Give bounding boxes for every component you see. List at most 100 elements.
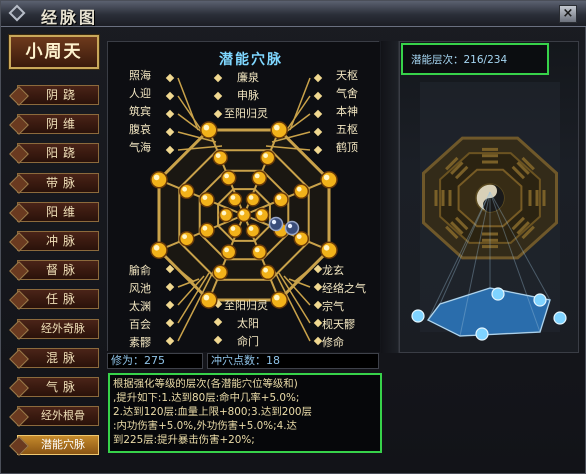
acupoint-node-locked xyxy=(268,216,284,232)
acupoint-highlight xyxy=(254,247,260,253)
acupoint-highlight xyxy=(202,195,208,201)
acupoint-highlight xyxy=(254,173,260,179)
acupoint-node xyxy=(320,241,338,259)
acupoint-label[interactable]: 素髎 xyxy=(129,334,151,350)
acupoint-highlight xyxy=(230,195,236,200)
acupoint-highlight xyxy=(274,294,280,301)
acupoint-node xyxy=(199,222,215,239)
acupoint-node xyxy=(293,230,310,247)
acupoint-node xyxy=(270,291,288,309)
acupoint-label[interactable]: 五枢 xyxy=(336,121,358,137)
acupoint-label[interactable]: 天枢 xyxy=(336,67,358,83)
description-line: 到225层:提升暴击伤害+20%; xyxy=(113,434,255,446)
acupoint-label[interactable]: 鹤顶 xyxy=(336,139,358,155)
trigram-bar xyxy=(482,154,498,158)
nav-header-xiaozhoutian[interactable]: 小周天 xyxy=(8,34,100,70)
acupoint-node xyxy=(212,264,229,281)
platform-orb-icon xyxy=(491,287,505,301)
acupoint-label[interactable]: 修命 xyxy=(322,334,344,350)
trigram-bar xyxy=(448,190,452,206)
potential-level-label: 潜能层次：216/234 xyxy=(411,54,508,66)
acupoint-highlight xyxy=(323,245,330,251)
nav-item-12[interactable]: 潜能穴脉 xyxy=(17,435,99,455)
acupoint-label[interactable]: 太渊 xyxy=(129,298,151,314)
acupoint-label[interactable]: 气海 xyxy=(129,139,151,155)
bagua-preview xyxy=(411,82,567,341)
trigram-bar xyxy=(482,160,498,164)
acupoint-node xyxy=(212,149,229,166)
nav-item-11[interactable]: 经外根骨 xyxy=(17,406,99,426)
acupoint-highlight xyxy=(248,226,254,231)
nav-item-6[interactable]: 督脉 xyxy=(17,260,99,280)
nav-item-3[interactable]: 带脉 xyxy=(17,173,99,193)
acupoint-highlight xyxy=(287,223,293,229)
acupoint-label[interactable]: 腧俞 xyxy=(129,262,151,278)
acupoint-label[interactable]: 至阳归灵 xyxy=(224,105,268,121)
acupoint-label[interactable]: 命门 xyxy=(237,333,259,349)
close-button[interactable]: × xyxy=(559,5,577,23)
bagua-preview-panel xyxy=(399,41,579,353)
nav-item-0[interactable]: 阴跷 xyxy=(17,85,99,105)
acupoint-node xyxy=(254,207,270,223)
acupoint-label[interactable]: 申脉 xyxy=(237,87,259,103)
trigram-bar xyxy=(434,190,438,206)
acupoint-label[interactable]: 气舍 xyxy=(336,85,358,101)
description-line: :内功伤害+5.0%,外功伤害+5.0%;4.达 xyxy=(113,420,297,432)
acupoint-highlight xyxy=(203,294,210,301)
acupoint-node xyxy=(218,207,234,223)
acupoint-label[interactable]: 腹哀 xyxy=(129,121,151,137)
acupoint-label[interactable]: 枧天髎 xyxy=(322,316,355,332)
acupoint-node xyxy=(270,121,288,139)
description-line: 2.达到120层:血量上限+800;3.达到200层 xyxy=(113,406,312,418)
acupoint-label[interactable]: 宗气 xyxy=(322,298,344,314)
acupoint-label[interactable]: 照海 xyxy=(129,67,151,83)
acupoint-highlight xyxy=(271,219,277,225)
description-line: ,提升如下:1.达到80层:命中几率+5.0%; xyxy=(113,392,300,404)
nav-item-1[interactable]: 阴维 xyxy=(17,114,99,134)
acupoint-label[interactable]: 百会 xyxy=(129,316,151,332)
acupoint-node xyxy=(245,223,261,238)
acupoint-label[interactable]: 人迎 xyxy=(129,85,151,101)
acupoint-highlight xyxy=(296,186,302,192)
acupoint-node xyxy=(251,170,268,186)
breakthrough-points-stat: 冲穴点数：18 xyxy=(207,353,379,369)
nav-item-2[interactable]: 阳跷 xyxy=(17,143,99,163)
platform-orb-icon xyxy=(533,293,547,307)
nav-item-9[interactable]: 混脉 xyxy=(17,348,99,368)
acupoint-label[interactable]: 风池 xyxy=(129,280,151,296)
title-bar[interactable]: 经脉图 × xyxy=(1,1,586,27)
acupoint-node xyxy=(150,171,168,189)
acupoint-label[interactable]: 龙玄 xyxy=(322,262,344,278)
nav-item-10[interactable]: 气脉 xyxy=(17,377,99,397)
acupoint-highlight xyxy=(215,153,221,158)
acupoint-node xyxy=(320,171,338,189)
bottom-strip xyxy=(107,457,579,471)
acupoint-node xyxy=(245,192,261,207)
acupoint-node xyxy=(220,170,237,186)
trigram-bar xyxy=(535,190,539,206)
acupoint-highlight xyxy=(221,210,227,216)
acupoint-highlight xyxy=(230,226,236,231)
acupoint-label[interactable]: 筑宾 xyxy=(129,103,151,119)
acupoint-label[interactable]: 本神 xyxy=(336,103,358,119)
acupoint-node xyxy=(200,291,218,309)
nav-item-7[interactable]: 任脉 xyxy=(17,289,99,309)
trigram-bar xyxy=(528,190,532,206)
acupoint-label[interactable]: 太阳 xyxy=(237,315,259,331)
nav-item-8[interactable]: 经外奇脉 xyxy=(17,319,99,339)
acupoint-node xyxy=(199,191,215,208)
acupoint-label[interactable]: 廉泉 xyxy=(237,69,259,85)
acupoint-highlight xyxy=(276,195,282,201)
meridian-title: 潜能穴脉 xyxy=(219,52,283,68)
acupoint-node xyxy=(259,264,276,281)
acupoint-highlight xyxy=(224,173,229,179)
acupoint-node xyxy=(227,192,243,207)
acupoint-label[interactable]: 至阳归灵 xyxy=(224,297,268,313)
acupoint-highlight xyxy=(153,245,160,251)
acupoint-node xyxy=(150,241,168,259)
nav-item-4[interactable]: 阳维 xyxy=(17,202,99,222)
acupoint-highlight xyxy=(202,225,208,231)
acupoint-label[interactable]: 经络之气 xyxy=(322,280,366,296)
nav-item-5[interactable]: 冲脉 xyxy=(17,231,99,251)
acupoint-highlight xyxy=(203,124,210,131)
